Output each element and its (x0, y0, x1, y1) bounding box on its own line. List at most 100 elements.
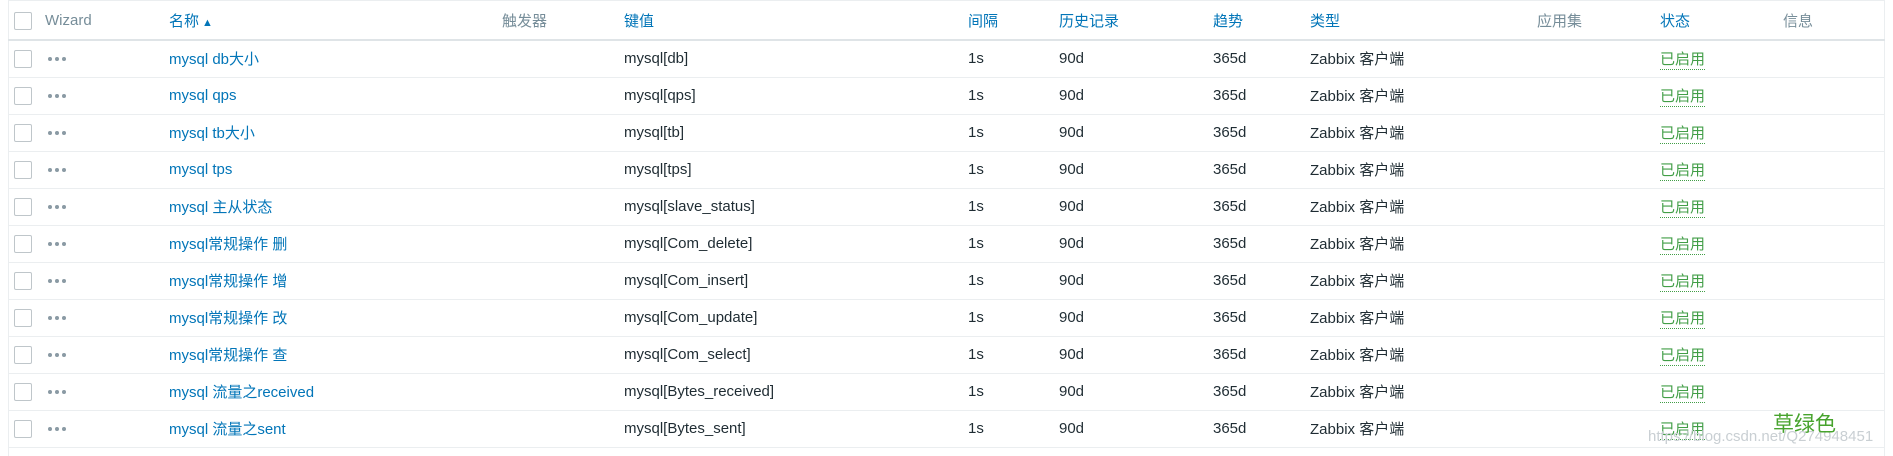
wizard-cell (45, 410, 169, 447)
status-toggle-link[interactable]: 已启用 (1660, 51, 1706, 71)
item-name-link[interactable]: mysql 主从状态 (169, 199, 272, 216)
row-checkbox[interactable] (14, 382, 32, 401)
applications-cell (1537, 40, 1660, 77)
interval-cell: 1s (968, 309, 984, 326)
name-cell: mysql常规操作 删 (169, 225, 502, 262)
triggers-cell (502, 151, 624, 188)
key-cell: mysql[slave_status] (624, 198, 755, 215)
status-toggle-link[interactable]: 已启用 (1660, 88, 1706, 107)
type-cell: Zabbix 客户端 (1310, 421, 1405, 438)
wizard-cell (45, 336, 169, 373)
table-row: mysql 流量之sent mysql[Bytes_sent] 1s 90d 3… (8, 410, 1885, 447)
status-toggle-link[interactable]: 已启用 (1660, 236, 1706, 255)
row-checkbox[interactable] (14, 234, 32, 253)
interval-cell: 1s (968, 198, 984, 215)
status-toggle-link[interactable]: 已启用 (1660, 347, 1706, 366)
row-checkbox[interactable] (14, 197, 32, 216)
table-row: mysql常规操作 查 mysql[Com_select] 1s 90d 365… (8, 336, 1885, 373)
row-select-cell (8, 77, 45, 114)
col-history[interactable]: 历史记录 (1059, 2, 1213, 40)
more-actions-icon[interactable] (48, 168, 66, 173)
type-cell: Zabbix 客户端 (1310, 273, 1405, 290)
info-cell (1783, 373, 1885, 410)
col-wizard: Wizard (45, 12, 92, 29)
wizard-cell (45, 262, 169, 299)
info-cell (1783, 188, 1885, 225)
item-name-link[interactable]: mysql常规操作 删 (169, 236, 287, 253)
item-name-link[interactable]: mysql qps (169, 87, 237, 104)
row-select-cell (8, 410, 45, 447)
more-actions-icon[interactable] (48, 390, 66, 395)
wizard-cell (45, 373, 169, 410)
col-key[interactable]: 键值 (624, 2, 968, 40)
status-toggle-link[interactable]: 已启用 (1660, 273, 1706, 292)
col-info: 信息 (1783, 13, 1814, 30)
row-checkbox[interactable] (14, 419, 32, 438)
triggers-cell (502, 262, 624, 299)
row-checkbox[interactable] (14, 160, 32, 179)
select-all-checkbox[interactable] (14, 11, 32, 30)
row-checkbox[interactable] (14, 123, 32, 142)
row-checkbox[interactable] (14, 271, 32, 290)
col-applications: 应用集 (1537, 13, 1583, 30)
more-actions-icon[interactable] (48, 94, 66, 99)
row-select-cell (8, 151, 45, 188)
row-select-cell (8, 225, 45, 262)
status-toggle-link[interactable]: 已启用 (1660, 310, 1706, 329)
col-type[interactable]: 类型 (1310, 2, 1537, 40)
status-toggle-link[interactable]: 已启用 (1660, 384, 1706, 403)
row-checkbox[interactable] (14, 345, 32, 364)
row-select-cell (8, 336, 45, 373)
select-all-cell (8, 2, 45, 40)
triggers-cell (502, 373, 624, 410)
more-actions-icon[interactable] (48, 427, 66, 432)
wizard-cell (45, 77, 169, 114)
more-actions-icon[interactable] (48, 353, 66, 358)
applications-cell (1537, 188, 1660, 225)
table-row: mysql 主从状态 mysql[slave_status] 1s 90d 36… (8, 188, 1885, 225)
col-status[interactable]: 状态 (1660, 2, 1783, 40)
item-name-link[interactable]: mysql常规操作 查 (169, 347, 287, 364)
history-cell: 90d (1059, 50, 1085, 68)
col-name[interactable]: 名称 ▲ (169, 2, 502, 40)
more-actions-icon[interactable] (48, 242, 66, 247)
more-actions-icon[interactable] (48, 205, 66, 210)
info-cell (1783, 299, 1885, 336)
key-cell: mysql[Bytes_received] (624, 383, 775, 400)
interval-cell: 1s (968, 346, 984, 363)
interval-cell: 1s (968, 272, 984, 289)
item-name-link[interactable]: mysql常规操作 改 (169, 310, 287, 327)
type-cell: Zabbix 客户端 (1310, 384, 1405, 401)
status-toggle-link[interactable]: 已启用 (1660, 162, 1706, 181)
item-name-link[interactable]: mysql常规操作 增 (169, 273, 287, 290)
row-checkbox[interactable] (14, 49, 32, 68)
name-cell: mysql常规操作 改 (169, 299, 502, 336)
history-cell: 90d (1059, 124, 1085, 141)
name-cell: mysql常规操作 增 (169, 262, 502, 299)
more-actions-icon[interactable] (48, 57, 66, 62)
item-name-link[interactable]: mysql tb大小 (169, 125, 255, 142)
col-interval[interactable]: 间隔 (968, 2, 1059, 40)
status-cell: 已启用 (1660, 188, 1783, 225)
status-cell: 已启用 (1660, 225, 1783, 262)
history-cell: 90d (1059, 309, 1085, 326)
row-checkbox[interactable] (14, 86, 32, 105)
key-cell: mysql[db] (624, 50, 689, 68)
item-name-link[interactable]: mysql db大小 (169, 51, 259, 68)
table-row: mysql常规操作 改 mysql[Com_update] 1s 90d 365… (8, 299, 1885, 336)
more-actions-icon[interactable] (48, 316, 66, 321)
interval-cell: 1s (968, 50, 984, 68)
more-actions-icon[interactable] (48, 279, 66, 284)
more-actions-icon[interactable] (48, 131, 66, 136)
col-trends[interactable]: 趋势 (1213, 2, 1310, 40)
item-name-link[interactable]: mysql 流量之received (169, 384, 314, 401)
applications-cell (1537, 336, 1660, 373)
item-name-link[interactable]: mysql 流量之sent (169, 421, 286, 438)
status-toggle-link[interactable]: 已启用 (1660, 125, 1706, 144)
item-name-link[interactable]: mysql tps (169, 161, 232, 178)
status-toggle-link[interactable]: 已启用 (1660, 199, 1706, 218)
key-cell: mysql[tb] (624, 124, 685, 141)
trends-cell: 365d (1213, 272, 1247, 289)
row-checkbox[interactable] (14, 308, 32, 327)
wizard-cell (45, 299, 169, 336)
